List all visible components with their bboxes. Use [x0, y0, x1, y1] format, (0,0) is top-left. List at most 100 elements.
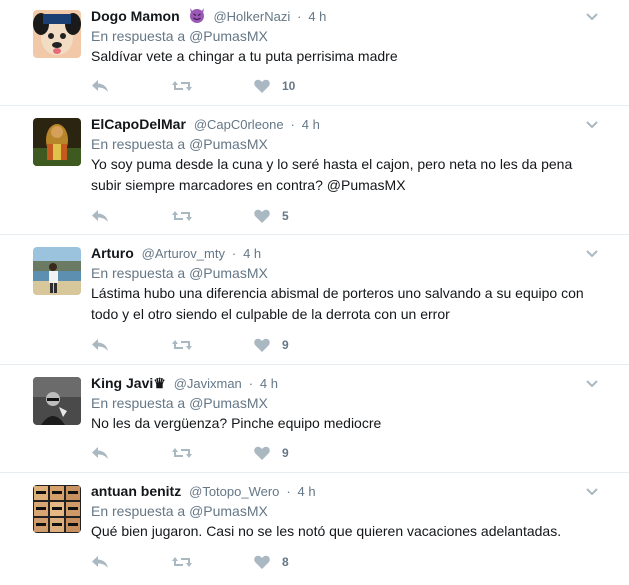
retweet-icon — [172, 448, 192, 458]
heart-icon — [254, 209, 270, 223]
timestamp[interactable]: 4 h — [302, 117, 320, 132]
retweet-button[interactable] — [171, 443, 193, 463]
tweet[interactable]: Arturo @Arturov_mty · 4 h En respuesta a… — [0, 235, 629, 365]
like-count: 9 — [282, 338, 289, 352]
user-handle[interactable]: @Javixman — [174, 376, 242, 391]
reply-context: En respuesta a @PumasMX — [91, 263, 589, 283]
reply-context: En respuesta a @PumasMX — [91, 393, 589, 413]
tweet-actions: 8 — [91, 552, 391, 572]
reply-prefix: En respuesta a — [91, 265, 186, 281]
reply-target-link[interactable]: @PumasMX — [189, 28, 268, 44]
heart-icon — [254, 555, 270, 569]
reply-prefix: En respuesta a — [91, 28, 186, 44]
like-count: 10 — [282, 79, 296, 93]
tweet-text: Qué bien jugaron. Casi no se les notó qu… — [91, 523, 562, 539]
like-count: 5 — [282, 209, 289, 223]
like-button[interactable]: 10 — [254, 76, 295, 96]
chevron-down-icon[interactable] — [585, 118, 599, 132]
user-handle[interactable]: @HolkerNazi — [213, 9, 290, 24]
timestamp[interactable]: 4 h — [243, 246, 261, 261]
retweet-icon — [172, 340, 192, 350]
avatar[interactable] — [33, 485, 81, 533]
display-name[interactable]: Arturo — [91, 245, 134, 261]
tweet-actions: 9 — [91, 335, 391, 355]
avatar[interactable] — [33, 10, 81, 58]
heart-icon — [254, 446, 270, 460]
tweet-actions: 10 — [91, 76, 391, 96]
tweet[interactable]: Dogo Mamon @HolkerNazi · 4 h En respuest… — [0, 0, 629, 106]
chevron-down-icon[interactable] — [585, 485, 599, 499]
display-name[interactable]: King Javi♛ — [91, 375, 166, 391]
separator-dot: · — [290, 117, 295, 132]
tweet-text-line: todo y el otro siendo el culpable de la … — [91, 306, 450, 322]
reply-context: En respuesta a @PumasMX — [91, 26, 589, 46]
separator-dot: · — [248, 376, 254, 391]
retweet-button[interactable] — [171, 552, 193, 572]
heart-icon — [254, 79, 270, 93]
display-name[interactable]: antuan benitz — [91, 483, 181, 499]
retweet-button[interactable] — [171, 206, 193, 226]
timestamp[interactable]: 4 h — [308, 9, 326, 24]
tweet-header: antuan benitz @Totopo_Wero · 4 h — [91, 481, 589, 501]
like-button[interactable]: 5 — [254, 206, 289, 226]
reply-button[interactable] — [91, 552, 109, 572]
avatar[interactable] — [33, 247, 81, 295]
tweet-header: Dogo Mamon @HolkerNazi · 4 h — [91, 6, 589, 26]
retweet-icon — [172, 557, 192, 567]
user-handle[interactable]: @Totopo_Wero — [189, 484, 279, 499]
chevron-down-icon[interactable] — [585, 247, 599, 261]
tweet-actions: 5 — [91, 206, 391, 226]
tweet-header: King Javi♛ @Javixman · 4 h — [91, 373, 589, 393]
retweet-icon — [172, 81, 192, 91]
display-name[interactable]: ElCapoDelMar — [91, 116, 186, 132]
like-button[interactable]: 9 — [254, 443, 289, 463]
replies-feed: Dogo Mamon @HolkerNazi · 4 h En respuest… — [0, 0, 629, 585]
retweet-button[interactable] — [171, 335, 193, 355]
heart-icon — [254, 338, 270, 352]
tweet-header: Arturo @Arturov_mty · 4 h — [91, 243, 589, 263]
reply-button[interactable] — [91, 76, 109, 96]
reply-button[interactable] — [91, 443, 109, 463]
separator-dot: · — [297, 9, 302, 24]
reply-prefix: En respuesta a — [91, 136, 186, 152]
like-count: 8 — [282, 555, 289, 569]
user-handle[interactable]: @Arturov_mty — [142, 246, 225, 261]
reply-icon — [92, 339, 108, 351]
reply-prefix: En respuesta a — [91, 503, 186, 519]
tweet-header: ElCapoDelMar @CapC0rleone · 4 h — [91, 114, 589, 134]
retweet-icon — [172, 211, 192, 221]
separator-dot: · — [286, 484, 291, 499]
timestamp[interactable]: 4 h — [260, 376, 278, 391]
reply-button[interactable] — [91, 206, 109, 226]
tweet[interactable]: King Javi♛ @Javixman · 4 h En respuesta … — [0, 365, 629, 473]
timestamp[interactable]: 4 h — [298, 484, 316, 499]
display-name[interactable]: Dogo Mamon — [91, 8, 180, 24]
reply-target-link[interactable]: @PumasMX — [189, 265, 268, 281]
tweet-text-line: Lástima hubo una diferencia abismal de p… — [91, 285, 584, 301]
tweet-actions: 9 — [91, 443, 391, 463]
avatar[interactable] — [33, 118, 81, 166]
reply-context: En respuesta a @PumasMX — [91, 501, 589, 521]
chevron-down-icon[interactable] — [585, 377, 599, 391]
reply-target-link[interactable]: @PumasMX — [189, 136, 268, 152]
avatar[interactable] — [33, 377, 81, 425]
reply-icon — [92, 447, 108, 459]
retweet-button[interactable] — [171, 76, 193, 96]
reply-target-link[interactable]: @PumasMX — [189, 503, 268, 519]
user-handle[interactable]: @CapC0rleone — [194, 117, 284, 132]
tweet-text-line: subir siempre marcadores en contra? @Pum… — [91, 177, 406, 193]
like-button[interactable]: 9 — [254, 335, 289, 355]
tweet-text: Saldívar vete a chingar a tu puta perris… — [91, 48, 398, 64]
separator-dot: · — [231, 246, 237, 261]
reply-button[interactable] — [91, 335, 109, 355]
chevron-down-icon[interactable] — [585, 10, 599, 24]
tweet[interactable]: ElCapoDelMar @CapC0rleone · 4 h En respu… — [0, 106, 629, 235]
tweet[interactable]: antuan benitz @Totopo_Wero · 4 h En resp… — [0, 473, 629, 585]
reply-icon — [92, 556, 108, 568]
reply-target-link[interactable]: @PumasMX — [189, 395, 268, 411]
reply-icon — [92, 210, 108, 222]
like-count: 9 — [282, 446, 289, 460]
like-button[interactable]: 8 — [254, 552, 289, 572]
reply-icon — [92, 80, 108, 92]
tweet-text-line: Yo soy puma desde la cuna y lo seré hast… — [91, 156, 573, 172]
